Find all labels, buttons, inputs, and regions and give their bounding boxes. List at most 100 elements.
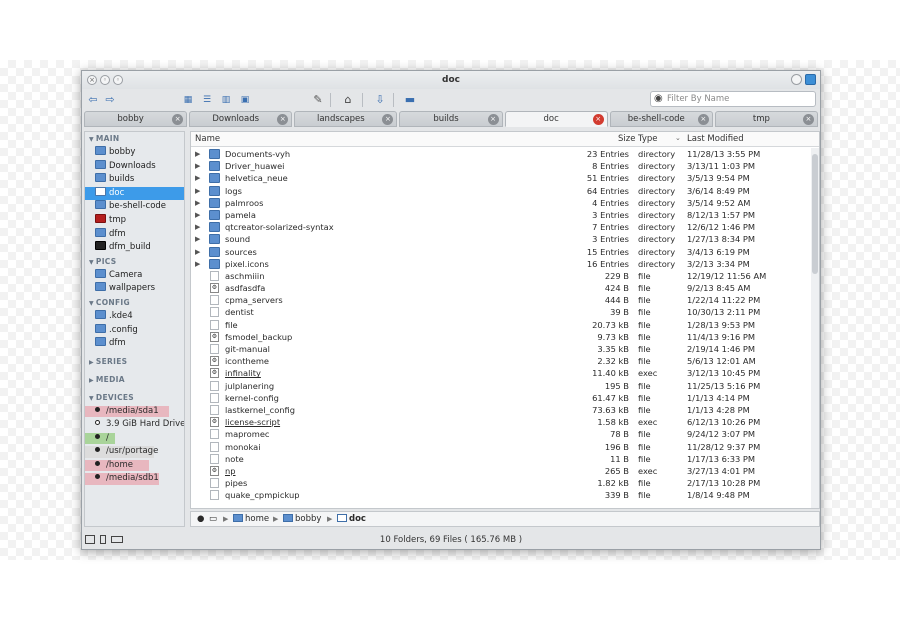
expand-arrow-icon[interactable]: ▶: [195, 221, 200, 233]
sidebar-item-tmp[interactable]: tmp: [85, 213, 184, 228]
back-icon[interactable]: ⇦: [86, 93, 100, 107]
section-config[interactable]: ▼ CONFIG: [85, 296, 184, 310]
device-item[interactable]: 3.9 GiB Hard Drive: [85, 418, 184, 432]
section-main[interactable]: ▼ MAIN: [85, 132, 184, 146]
filter-input[interactable]: [667, 93, 812, 105]
column-modified[interactable]: Last Modified: [687, 134, 744, 144]
icon-view-icon[interactable]: ▦: [181, 93, 195, 107]
settings-icon[interactable]: ✎: [311, 93, 325, 107]
file-row[interactable]: mapromec 78 B file 9/24/12 3:07 PM: [191, 428, 811, 440]
tab-tmp[interactable]: tmp ×: [714, 111, 818, 127]
device-item[interactable]: /media/sdb1: [85, 472, 184, 486]
file-row[interactable]: ▶ pamela 3 Entries directory 8/12/13 1:57 PM: [191, 209, 811, 221]
expand-arrow-icon[interactable]: ▶: [195, 160, 200, 172]
file-row[interactable]: kernel-config 61.47 kB file 1/1/13 4:14 PM: [191, 392, 811, 404]
column-type[interactable]: Type: [638, 134, 658, 144]
file-row[interactable]: ▶ palmroos 4 Entries directory 3/5/14 9:52 A…: [191, 197, 811, 209]
expand-arrow-icon[interactable]: ▶: [195, 233, 200, 245]
file-row[interactable]: ▶ Documents-vyh 23 Entries directory 11/28/1…: [191, 148, 811, 160]
tab-downloads[interactable]: Downloads ×: [189, 111, 293, 127]
sidebar-item-kde4[interactable]: .kde4: [85, 309, 184, 324]
file-row[interactable]: aschmiiin 229 B file 12/19/12 11:56 AM: [191, 270, 811, 282]
sidebar-item-downloads[interactable]: Downloads: [85, 159, 184, 174]
home-icon[interactable]: ⌂: [341, 93, 355, 107]
close-tab-icon[interactable]: ×: [277, 114, 289, 125]
columns-view-icon[interactable]: ▥: [219, 93, 233, 107]
file-row[interactable]: file 20.73 kB file 1/28/13 9:53 PM: [191, 319, 811, 331]
sidebar-item-dfm[interactable]: dfm: [85, 227, 184, 242]
forward-icon[interactable]: ⇨: [103, 93, 117, 107]
sidebar-item-config[interactable]: .config: [85, 323, 184, 338]
tab-builds[interactable]: builds ×: [399, 111, 503, 127]
device-item[interactable]: /home: [85, 459, 184, 473]
sidebar-item-camera[interactable]: Camera: [85, 268, 184, 283]
file-row[interactable]: pipes 1.82 kB file 2/17/13 10:28 PM: [191, 477, 811, 489]
expand-arrow-icon[interactable]: ▶: [195, 246, 200, 258]
column-name[interactable]: Name: [195, 134, 220, 144]
menu-icon[interactable]: [791, 74, 802, 85]
breadcrumb-bobby[interactable]: bobby: [283, 514, 321, 524]
bookmark-icon[interactable]: ⇩: [373, 93, 387, 107]
expand-arrow-icon[interactable]: ▶: [195, 148, 200, 160]
column-size[interactable]: Size: [618, 134, 635, 144]
file-row[interactable]: cpma_servers 444 B file 1/22/14 11:22 PM: [191, 294, 811, 306]
file-row[interactable]: lastkernel_config 73.63 kB file 1/1/13 4:28…: [191, 404, 811, 416]
scrollbar-thumb[interactable]: [812, 154, 818, 274]
preview-icon[interactable]: ▣: [238, 93, 252, 107]
device-item[interactable]: /usr/portage: [85, 445, 184, 459]
close-tab-icon[interactable]: ×: [592, 114, 604, 125]
close-tab-icon[interactable]: ×: [382, 114, 394, 125]
close-tab-icon[interactable]: ×: [487, 114, 499, 125]
sidebar-item-doc[interactable]: doc: [85, 186, 184, 201]
sidebar-item-dfm-config[interactable]: dfm: [85, 337, 184, 351]
file-row[interactable]: ▶ qtcreator-solarized-syntax 7 Entries dire…: [191, 221, 811, 233]
sidebar-item-dfm-build[interactable]: dfm_build: [85, 241, 184, 255]
file-row[interactable]: quake_cpmpickup 339 B file 1/8/14 9:48 PM: [191, 489, 811, 501]
sidebar-item-be-shell-code[interactable]: be-shell-code: [85, 200, 184, 214]
computer-icon[interactable]: ▭: [209, 514, 217, 524]
file-row[interactable]: julplanering 195 B file 11/25/13 5:16 PM: [191, 380, 811, 392]
tab-be-shell-code[interactable]: be-shell-code ×: [609, 111, 713, 127]
section-pics[interactable]: ▼ PICS: [85, 255, 184, 269]
section-series[interactable]: ▶ SERIES: [85, 355, 184, 369]
file-row[interactable]: ⚙ infinality 11.40 kB exec 3/12/13 10:45 PM: [191, 367, 811, 379]
file-row[interactable]: ▶ Driver_huawei 8 Entries directory 3/13/11 …: [191, 160, 811, 172]
tab-bobby[interactable]: bobby ×: [84, 111, 188, 127]
file-row[interactable]: note 11 B file 1/17/13 6:33 PM: [191, 453, 811, 465]
expand-arrow-icon[interactable]: ▶: [195, 258, 200, 270]
sidebar-item-bobby[interactable]: bobby: [85, 146, 184, 160]
expand-arrow-icon[interactable]: ▶: [195, 209, 200, 221]
file-row[interactable]: ⚙ fsmodel_backup 9.73 kB file 11/4/13 9:16 P…: [191, 331, 811, 343]
sidebar-item-wallpapers[interactable]: wallpapers: [85, 282, 184, 296]
device-item[interactable]: /media/sda1: [85, 405, 184, 419]
file-row[interactable]: monokai 196 B file 11/28/12 9:37 PM: [191, 441, 811, 453]
file-row[interactable]: ▶ helvetica_neue 51 Entries directory 3/5/13…: [191, 172, 811, 184]
app-icon[interactable]: [805, 74, 816, 85]
section-media[interactable]: ▶ MEDIA: [85, 373, 184, 387]
close-tab-icon[interactable]: ×: [172, 114, 184, 125]
expand-arrow-icon[interactable]: ▶: [195, 172, 200, 184]
details-view-icon[interactable]: ☰: [200, 93, 214, 107]
close-tab-icon[interactable]: ×: [697, 114, 709, 125]
folder-icon[interactable]: ▬: [403, 93, 417, 107]
file-row[interactable]: ⚙ license-script 1.58 kB exec 6/12/13 10:26 …: [191, 416, 811, 428]
file-row[interactable]: ▶ pixel.icons 16 Entries directory 3/2/13 3:…: [191, 258, 811, 270]
vertical-scrollbar[interactable]: [811, 148, 819, 508]
section-devices[interactable]: ▼ DEVICES: [85, 391, 184, 405]
file-row[interactable]: git-manual 3.35 kB file 2/19/14 1:46 PM: [191, 343, 811, 355]
breadcrumb-home[interactable]: home: [233, 514, 269, 524]
file-row[interactable]: ▶ logs 64 Entries directory 3/6/14 8:49 PM: [191, 185, 811, 197]
file-row[interactable]: ⚙ asdfasdfa 424 B file 9/2/13 8:45 AM: [191, 282, 811, 294]
breadcrumb-doc[interactable]: doc: [337, 514, 366, 524]
expand-arrow-icon[interactable]: ▶: [195, 197, 200, 209]
file-row[interactable]: ▶ sources 15 Entries directory 3/4/13 6:19 P…: [191, 246, 811, 258]
file-row[interactable]: ⚙ icontheme 2.32 kB file 5/6/13 12:01 AM: [191, 355, 811, 367]
tab-landscapes[interactable]: landscapes ×: [294, 111, 398, 127]
file-row[interactable]: dentist 39 B file 10/30/13 2:11 PM: [191, 306, 811, 318]
device-item[interactable]: /: [85, 432, 184, 446]
file-row[interactable]: ▶ sound 3 Entries directory 1/27/13 8:34 PM: [191, 233, 811, 245]
sidebar-item-builds[interactable]: builds: [85, 173, 184, 187]
close-tab-icon[interactable]: ×: [802, 114, 814, 125]
tab-doc[interactable]: doc ×: [504, 111, 608, 127]
file-row[interactable]: ⚙ np 265 B exec 3/27/13 4:01 PM: [191, 465, 811, 477]
